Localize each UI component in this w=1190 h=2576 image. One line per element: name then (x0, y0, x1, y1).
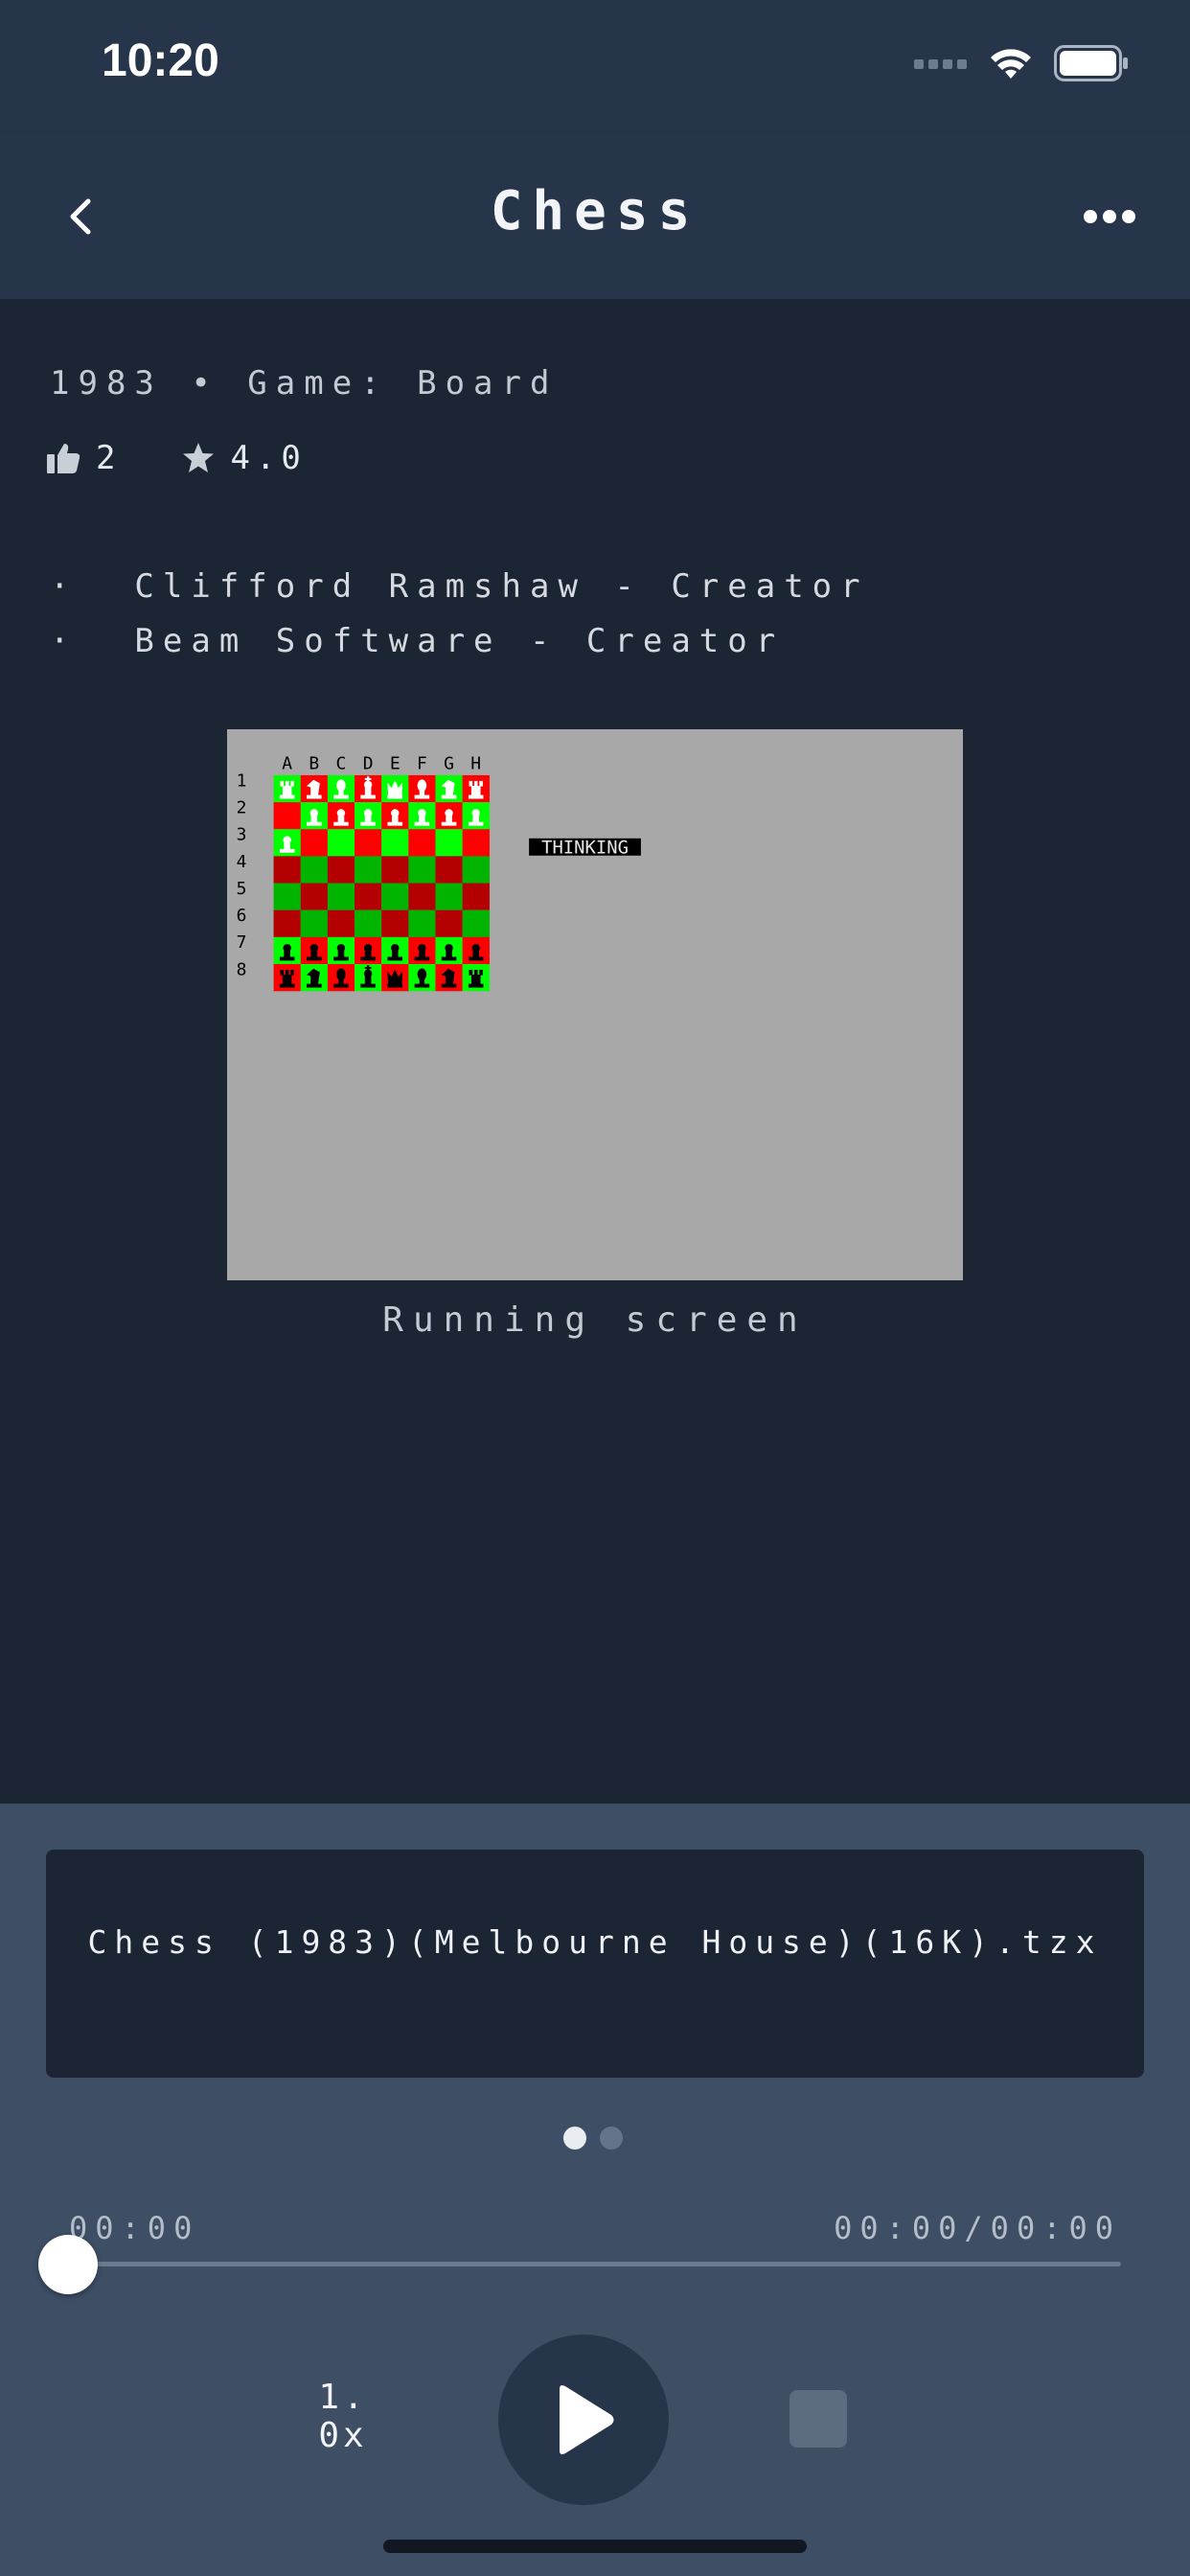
board-square (408, 829, 436, 857)
star-icon (183, 443, 215, 472)
board-square (355, 909, 382, 937)
board-square (327, 856, 355, 884)
board-square (300, 856, 329, 884)
row-label: 4 (237, 852, 247, 872)
game-screenshot[interactable]: ABCDEFGH 1 2 3 4 5 6 7 8 THINKING (227, 729, 963, 1280)
board-square (462, 829, 490, 857)
position-time: 00:00/00:00 (834, 2210, 1121, 2246)
column-label: G (444, 753, 454, 773)
board-square (327, 909, 355, 937)
row-label: 3 (237, 825, 247, 845)
credit-item: · Clifford Ramshaw - Creator (50, 567, 869, 606)
thumbs-up-icon[interactable] (46, 442, 80, 474)
thinking-label: THINKING (541, 837, 629, 858)
game-stats: 2 4.0 (46, 439, 307, 477)
column-label: B (309, 753, 319, 773)
column-label: A (282, 753, 292, 773)
battery-icon (1054, 45, 1128, 81)
board-square (300, 829, 329, 857)
speed-button[interactable]: 1. 0x (305, 2379, 381, 2455)
status-icons (914, 42, 1129, 84)
chess-board (273, 774, 490, 992)
board-square (273, 802, 301, 830)
play-icon (560, 2385, 614, 2454)
signal-icon (914, 59, 967, 69)
board-square (435, 909, 463, 937)
likes-count: 2 (96, 439, 122, 477)
board-square (273, 909, 301, 937)
board-square (435, 829, 463, 857)
board-square (327, 883, 355, 910)
board-square (408, 909, 436, 937)
zx-screen: A B C D E F G H 1 2 3 4 5 6 7 8 THINKING (237, 753, 641, 992)
board-square (381, 883, 409, 910)
board-square (435, 856, 463, 884)
row-label: 2 (237, 797, 247, 817)
board-square (273, 856, 301, 884)
page-title: Chess (490, 180, 700, 242)
board-square (381, 829, 409, 857)
nav-bar: Chess (0, 134, 1190, 299)
board-square (435, 883, 463, 910)
play-button[interactable] (498, 2334, 669, 2505)
board-square (327, 829, 355, 857)
speed-label: 1. 0x (318, 2378, 368, 2455)
board-square (462, 856, 490, 884)
page-dot[interactable] (563, 2127, 586, 2150)
column-label: E (390, 753, 400, 773)
board-square (355, 829, 382, 857)
progress-slider[interactable] (69, 2262, 1121, 2266)
board-square (462, 909, 490, 937)
row-label: 6 (237, 906, 247, 926)
wifi-icon (991, 49, 1031, 79)
credit-item: · Beam Software - Creator (50, 622, 785, 660)
more-icon (1084, 210, 1135, 223)
row-label: 8 (237, 959, 247, 979)
board-square (408, 883, 436, 910)
board-square (355, 856, 382, 884)
screenshot-caption: Running screen (382, 1300, 808, 1340)
stop-button[interactable] (790, 2390, 847, 2448)
elapsed-time: 00:00 (69, 2210, 200, 2246)
rating-value: 4.0 (230, 439, 307, 477)
status-bar: 10:20 (0, 0, 1190, 134)
track-name: Chess (1983)(Melbourne House)(16K).tzx (87, 1923, 1103, 1961)
board-square (300, 883, 329, 910)
board-square (300, 909, 329, 937)
column-label: D (363, 753, 374, 773)
progress-slider-thumb[interactable] (38, 2235, 98, 2294)
column-label: H (470, 753, 481, 773)
board-square (355, 883, 382, 910)
row-label: 1 (237, 770, 247, 791)
board-square (273, 883, 301, 910)
status-time: 10:20 (102, 35, 219, 86)
page-dot[interactable] (600, 2127, 623, 2150)
game-meta: 1983 • Game: Board (50, 364, 559, 402)
game-details: 1983 • Game: Board 2 4.0 · Clifford Rams… (0, 299, 1190, 1804)
tape-player: Chess (1983)(Melbourne House)(16K).tzx 0… (0, 1804, 1190, 2576)
row-label: 7 (237, 932, 247, 953)
column-label: C (336, 753, 347, 773)
column-label: F (417, 753, 427, 773)
board-square (462, 883, 490, 910)
board-square (381, 909, 409, 937)
page-indicator[interactable] (563, 2127, 623, 2150)
row-label: 5 (237, 879, 247, 899)
track-card[interactable]: Chess (1983)(Melbourne House)(16K).tzx (46, 1850, 1144, 2078)
board-square (381, 856, 409, 884)
home-indicator (383, 2540, 807, 2553)
more-options-button[interactable] (1075, 194, 1144, 240)
credits-list: · Clifford Ramshaw - Creator · Beam Soft… (50, 560, 869, 669)
board-square (408, 856, 436, 884)
